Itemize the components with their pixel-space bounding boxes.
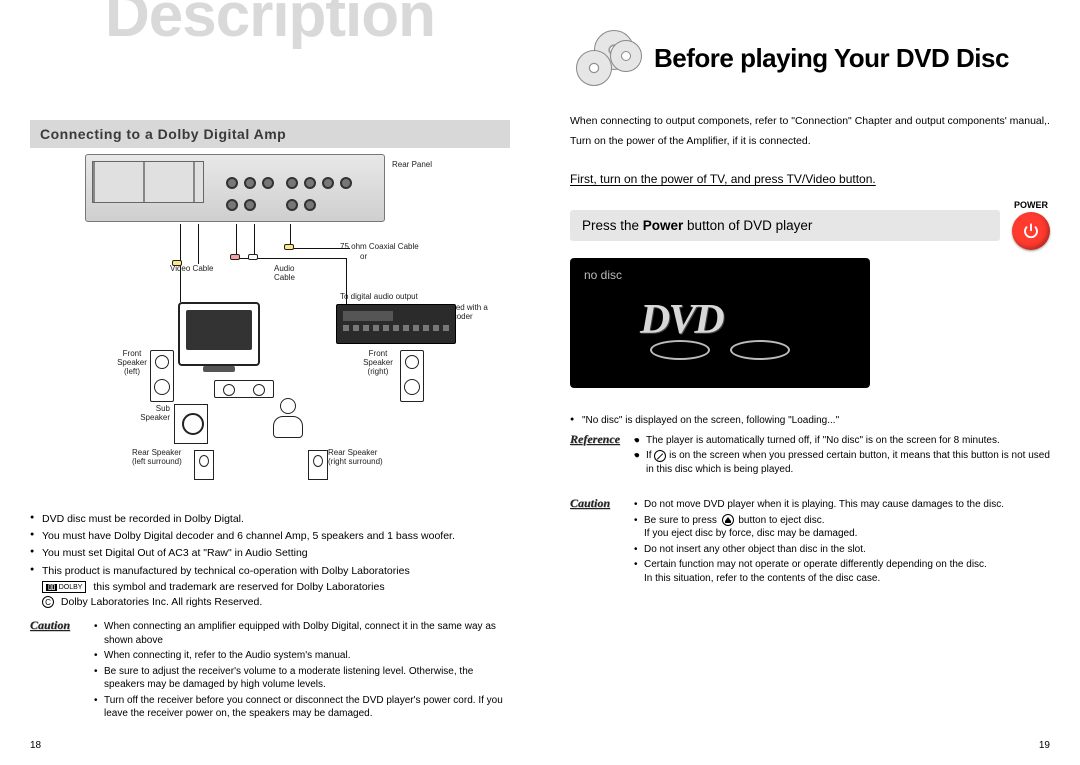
caution-item: Be sure to adjust the receiver's volume … (94, 665, 510, 692)
caution-item: Turn off the receiver before you connect… (94, 694, 510, 721)
front-speaker-left-icon (150, 350, 174, 402)
rear-panel-illustration (85, 154, 385, 222)
label-rear-speaker-left: Rear Speaker (left surround) (132, 448, 192, 466)
label-front-speaker-right: Front Speaker (right) (358, 349, 398, 376)
power-button-group: POWER (1012, 200, 1050, 250)
note-item: You must have Dolby Digital decoder and … (30, 529, 510, 543)
receiver-illustration (336, 304, 456, 344)
power-label: POWER (1012, 200, 1050, 210)
reference-label: Reference (570, 432, 626, 447)
copyright-line: C Dolby Laboratories Inc. All rights Res… (30, 596, 510, 608)
note-list: "No disc" is displayed on the screen, fo… (570, 414, 1050, 428)
caution-item: Certain function may not operate or oper… (634, 558, 1050, 585)
note-item: You must set Digital Out of AC3 at "Raw"… (30, 546, 510, 560)
caution-block: Caution When connecting an amplifier equ… (30, 618, 510, 723)
caution-item: Do not move DVD player when it is playin… (634, 498, 1050, 512)
label-rear-panel: Rear Panel (392, 160, 432, 169)
caution-label-right: Caution (570, 496, 626, 511)
caution-item: When connecting an amplifier equipped wi… (94, 620, 510, 647)
dvd-logo-icon: DVD (640, 296, 723, 344)
dolby-badge-icon: ▯▯DOLBY (42, 581, 86, 593)
connection-diagram: Rear Panel 75 ohm Coaxial Cable or Audio… (30, 154, 510, 504)
right-page: Before playing Your DVD Disc When connec… (540, 0, 1080, 765)
no-disc-text: no disc (584, 268, 856, 282)
listener-icon (264, 398, 312, 446)
note-item: "No disc" is displayed on the screen, fo… (570, 414, 1050, 428)
eject-icon (722, 514, 734, 526)
press-power-box: Press the Power button of DVD player (570, 210, 1000, 241)
tv-illustration (178, 302, 260, 366)
disc-stack-icon (570, 30, 644, 86)
caution-item: When connecting it, refer to the Audio s… (94, 649, 510, 663)
label-or: or (360, 252, 367, 261)
center-speaker-icon (214, 380, 274, 398)
label-rear-speaker-right: Rear Speaker (right surround) (328, 448, 388, 466)
label-coax: 75 ohm Coaxial Cable (340, 242, 419, 251)
dvd-logo-underline (650, 340, 790, 358)
rear-speaker-left-icon (194, 450, 214, 480)
page-title: Before playing Your DVD Disc (654, 43, 1009, 74)
intro-line-2: Turn on the power of the Amplifier, if i… (570, 134, 1050, 148)
copyright-icon: C (42, 596, 54, 608)
page-number-left: 18 (30, 740, 41, 751)
label-audio-cable: Audio Cable (274, 264, 295, 282)
sub-speaker-icon (174, 404, 208, 444)
notes-list: DVD disc must be recorded in Dolby Digta… (30, 512, 510, 578)
press-power-row: Press the Power button of DVD player POW… (570, 200, 1050, 250)
reference-item: ● If is on the screen when you pressed c… (634, 449, 1050, 476)
label-digital-out: To digital audio output (340, 292, 418, 301)
tv-screen-mock: no disc DVD (570, 258, 870, 388)
section-heading: Connecting to a Dolby Digital Amp (30, 120, 510, 148)
page-number-right: 19 (1039, 740, 1050, 751)
caution-block-right: Caution Do not move DVD player when it i… (570, 496, 1050, 587)
front-speaker-right-icon (400, 350, 424, 402)
left-page: Description Connecting to a Dolby Digita… (0, 0, 540, 765)
note-item: DVD disc must be recorded in Dolby Digta… (30, 512, 510, 526)
watermark-title: Description (105, 0, 435, 51)
note-item: This product is manufactured by technica… (30, 564, 510, 578)
reference-item: ● The player is automatically turned off… (634, 434, 1050, 448)
caution-item: Be sure to press button to eject disc. I… (634, 514, 1050, 541)
label-sub-speaker: Sub Speaker (130, 404, 170, 422)
reference-block: Reference ● The player is automatically … (570, 432, 1050, 479)
rear-speaker-right-icon (308, 450, 328, 480)
intro-line-1: When connecting to output componets, ref… (570, 114, 1050, 128)
caution-item: Do not insert any other object than disc… (634, 543, 1050, 557)
power-button-icon (1012, 212, 1050, 250)
caution-label: Caution (30, 618, 86, 633)
label-front-speaker-left: Front Speaker (left) (112, 349, 152, 376)
step-1: First, turn on the power of TV, and pres… (570, 172, 1050, 186)
dolby-line: ▯▯DOLBY this symbol and trademark are re… (30, 581, 510, 593)
prohibit-icon (654, 450, 666, 462)
right-header: Before playing Your DVD Disc (570, 30, 1050, 86)
